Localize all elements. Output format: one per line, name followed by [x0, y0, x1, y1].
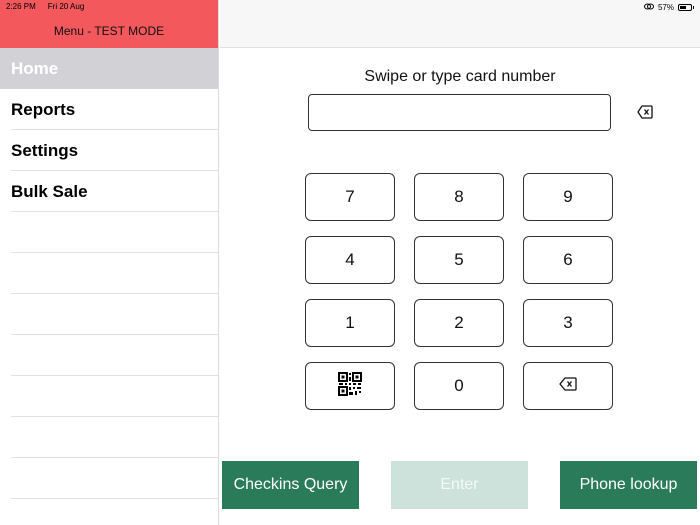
status-date: Fri 20 Aug: [47, 2, 85, 11]
top-bar: [220, 0, 700, 48]
key-7[interactable]: 7: [305, 173, 395, 221]
sidebar-empty-row: [0, 376, 218, 417]
key-5[interactable]: 5: [414, 236, 504, 284]
sidebar: Menu - TEST MODE Home Reports Settings B…: [0, 0, 219, 525]
sidebar-empty-row: [0, 335, 218, 376]
battery-icon: [678, 3, 694, 11]
battery-percent: 57%: [657, 2, 674, 12]
qr-code-icon: [338, 371, 362, 401]
qr-scan-button[interactable]: [305, 362, 395, 410]
sidebar-empty-row: [0, 212, 218, 253]
key-4[interactable]: 4: [305, 236, 395, 284]
sidebar-empty-row: [0, 253, 218, 294]
clear-input-icon[interactable]: [637, 105, 653, 119]
sidebar-empty-row: [0, 458, 218, 499]
sidebar-item-settings[interactable]: Settings: [0, 130, 218, 171]
key-9[interactable]: 9: [523, 173, 613, 221]
sidebar-title: Menu - TEST MODE: [53, 24, 165, 38]
phone-lookup-button[interactable]: Phone lookup: [560, 461, 697, 509]
key-3[interactable]: 3: [523, 299, 613, 347]
key-6[interactable]: 6: [523, 236, 613, 284]
status-bar-right: 57%: [643, 0, 694, 14]
sidebar-item-label: Bulk Sale: [11, 181, 88, 201]
card-number-input[interactable]: [308, 94, 611, 131]
key-8[interactable]: 8: [414, 173, 504, 221]
status-time: 2:26 PM: [6, 2, 36, 11]
sidebar-item-label: Home: [11, 58, 59, 78]
sidebar-item-label: Reports: [11, 99, 76, 119]
key-2[interactable]: 2: [414, 299, 504, 347]
sidebar-empty-row: [0, 417, 218, 458]
status-bar-left: 2:26 PM Fri 20 Aug: [0, 0, 219, 14]
key-0[interactable]: 0: [414, 362, 504, 410]
link-icon: [643, 3, 654, 12]
sidebar-item-home[interactable]: Home: [0, 48, 218, 89]
sidebar-item-label: Settings: [11, 140, 79, 160]
sidebar-empty-row: [0, 294, 218, 335]
sidebar-item-bulk-sale[interactable]: Bulk Sale: [0, 171, 218, 212]
sidebar-item-reports[interactable]: Reports: [0, 89, 218, 130]
card-prompt: Swipe or type card number: [364, 68, 556, 85]
backspace-icon: [559, 376, 577, 396]
enter-button[interactable]: Enter: [391, 461, 528, 509]
backspace-button[interactable]: [523, 362, 613, 410]
key-1[interactable]: 1: [305, 299, 395, 347]
checkins-query-button[interactable]: Checkins Query: [222, 461, 359, 509]
